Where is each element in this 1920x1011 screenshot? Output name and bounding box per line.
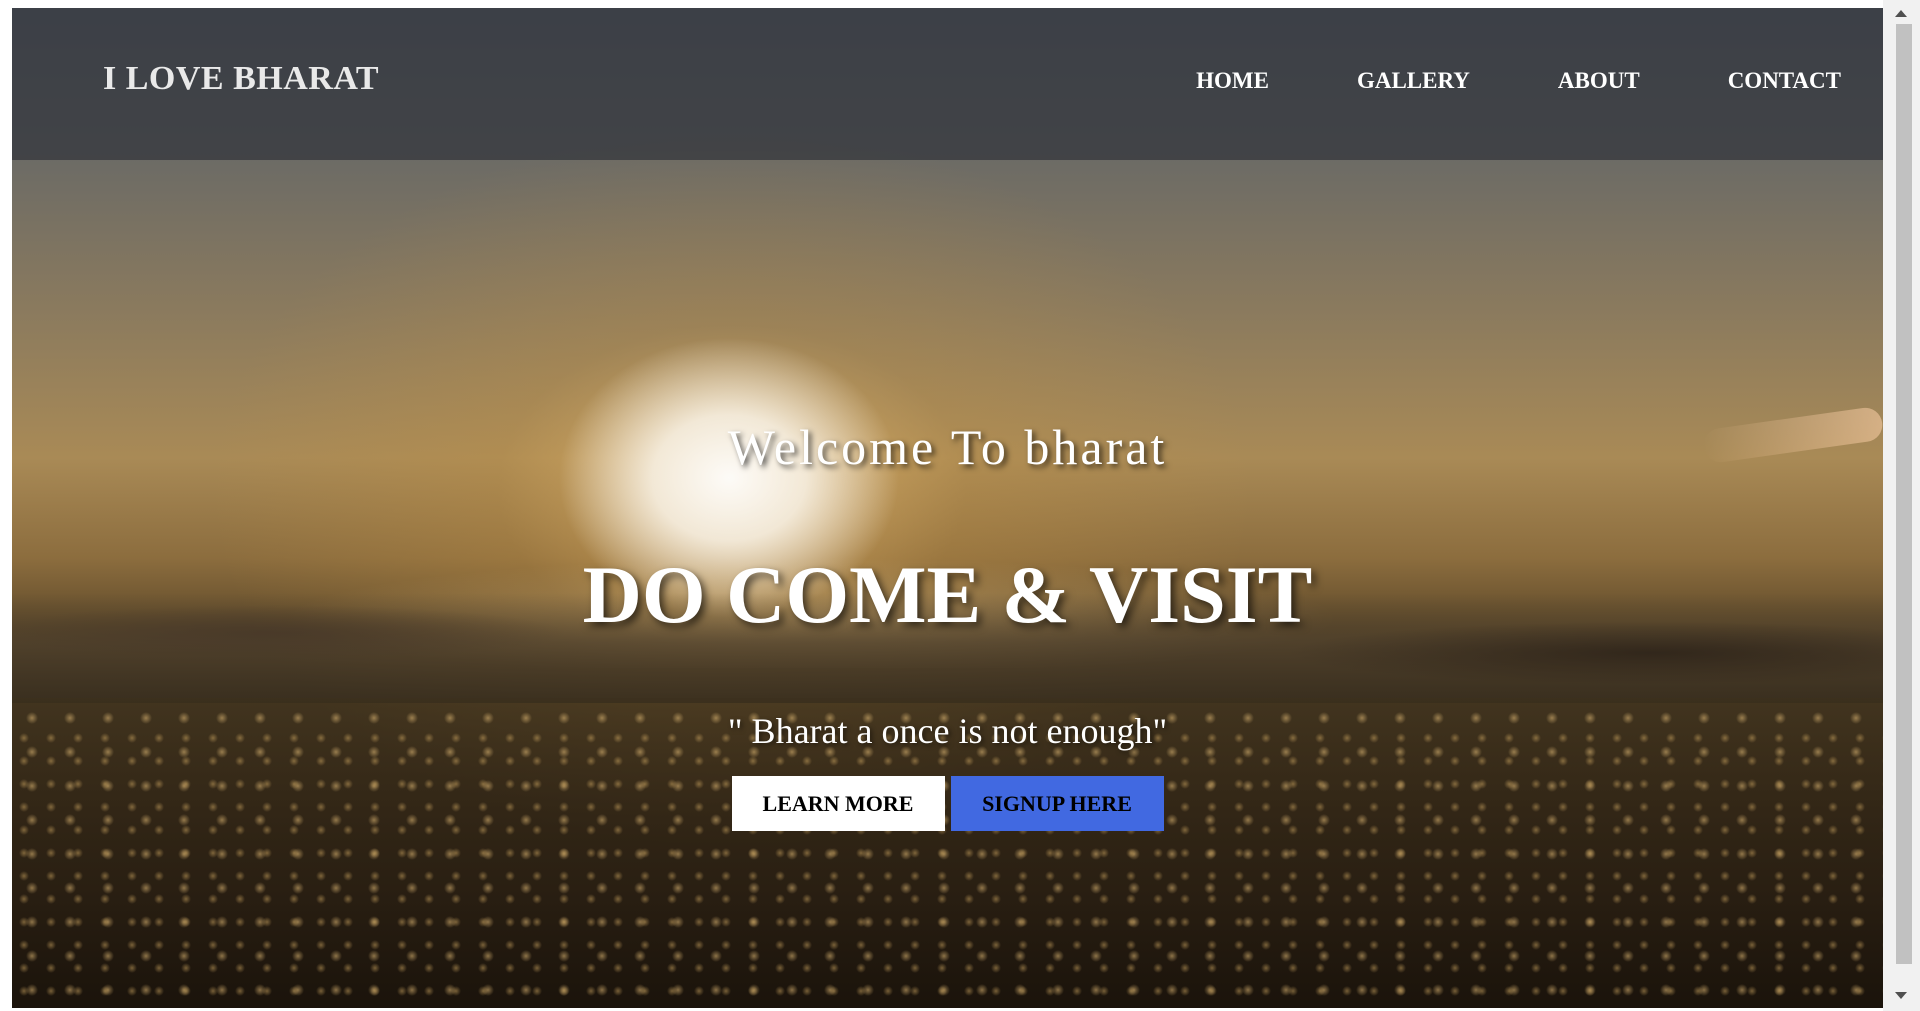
hero-welcome-text: Welcome To bharat [727,419,1168,475]
scrollbar-thumb[interactable] [1896,24,1912,964]
background-flowers [12,728,1883,1008]
hero-background: I LOVE BHARAT HOME GALLERY ABOUT CONTACT… [12,8,1883,1008]
nav-link-contact[interactable]: CONTACT [1728,68,1841,94]
nav-links: HOME GALLERY ABOUT CONTACT [1108,68,1841,94]
scroll-down-arrow-icon[interactable] [1895,992,1907,999]
hero-buttons: LEARN MORE SIGNUP HERE [12,776,1883,831]
hero-headline: DO COME & VISIT [582,549,1313,640]
scroll-up-arrow-icon[interactable] [1895,10,1907,17]
nav-link-about[interactable]: ABOUT [1558,68,1640,94]
page-left-margin [0,0,12,1011]
page-top-margin [0,0,1883,8]
site-logo[interactable]: I LOVE BHARAT [103,60,379,98]
navbar: I LOVE BHARAT HOME GALLERY ABOUT CONTACT [12,8,1883,160]
nav-link-home[interactable]: HOME [1196,68,1269,94]
signup-button[interactable]: SIGNUP HERE [950,776,1164,831]
nav-link-gallery[interactable]: GALLERY [1357,68,1470,94]
learn-more-button[interactable]: LEARN MORE [731,776,945,831]
hero-tagline: " Bharat a once is not enough" [727,711,1168,751]
